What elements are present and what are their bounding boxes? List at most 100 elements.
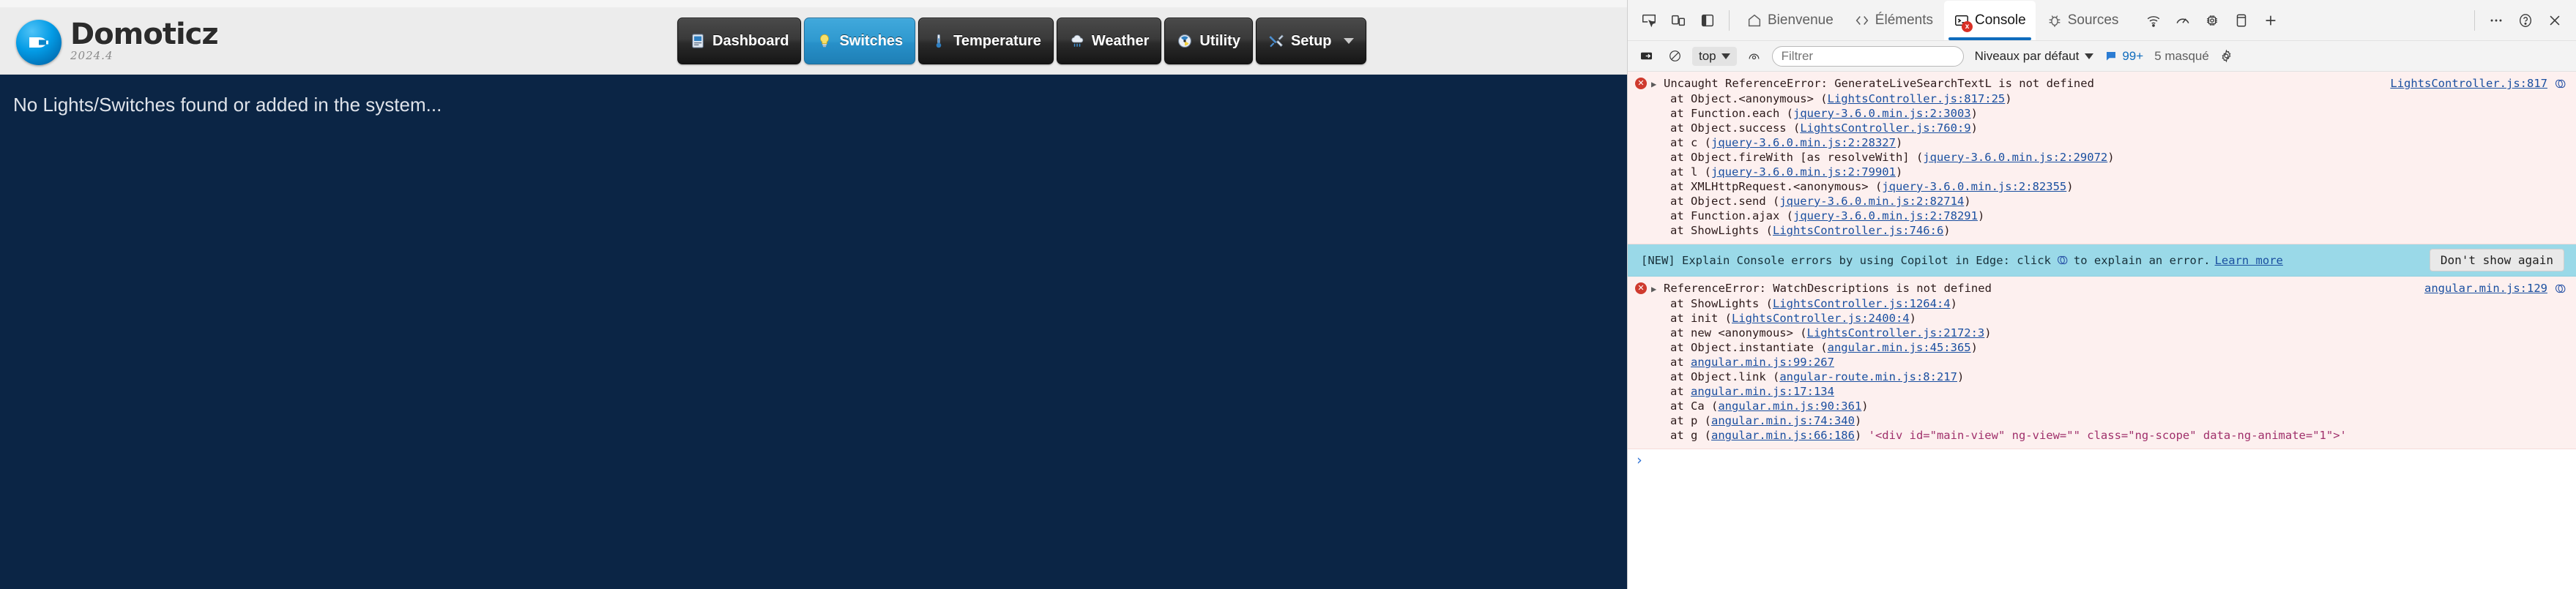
stack-line: at angular.min.js:17:134 (1670, 385, 1834, 398)
log-levels-label: Niveaux par défaut (1974, 48, 2080, 63)
stack-source-link[interactable]: angular.min.js:99:267 (1691, 356, 1834, 369)
console-error-message[interactable]: ✕ ▶ ReferenceError: WatchDescriptions is… (1628, 277, 2576, 449)
help-icon[interactable] (2512, 7, 2539, 34)
tab-label: Éléments (1875, 12, 1933, 28)
toolbar-divider-end (2474, 10, 2475, 31)
dashboard-icon (692, 34, 704, 48)
thermometer-icon (936, 34, 942, 48)
nav-item-utility[interactable]: Utility (1164, 18, 1253, 64)
nav-item-switches[interactable]: Switches (804, 18, 916, 64)
dont-show-again-button[interactable]: Don't show again (2429, 249, 2564, 271)
toolbar-divider (1729, 10, 1730, 31)
execution-context-select[interactable]: top (1692, 46, 1737, 66)
stack-line: at c (jquery-3.6.0.min.js:2:28327) (1670, 136, 1903, 149)
clear-console-icon[interactable] (1664, 45, 1686, 67)
stack-source-link[interactable]: angular.min.js:74:340 (1711, 414, 1855, 427)
error-source-link[interactable]: LightsController.js:817 (2390, 76, 2547, 91)
stack-source-link[interactable]: LightsController.js:760:9 (1800, 121, 1970, 135)
tab-bienvenue[interactable]: Bienvenue (1737, 1, 1843, 40)
memory-icon[interactable] (2198, 7, 2226, 34)
console-messages[interactable]: ✕ ▶ Uncaught ReferenceError: GenerateLiv… (1628, 72, 2576, 589)
stack-line: at XMLHttpRequest.<anonymous> (jquery-3.… (1670, 180, 2074, 193)
stack-source-link[interactable]: angular.min.js:90:361 (1718, 399, 1861, 413)
stack-source-link[interactable]: angular-route.min.js:8:217 (1779, 370, 1957, 383)
brand-title: Domoticz (70, 17, 219, 51)
inspect-element-icon[interactable] (1635, 7, 1663, 34)
stack-source-link[interactable]: LightsController.js:2172:3 (1807, 326, 1985, 339)
stack-line: at ShowLights (LightsController.js:746:6… (1670, 224, 1951, 237)
stack-source-link[interactable]: jquery-3.6.0.min.js:2:78291 (1793, 209, 1978, 222)
brand-text: Domoticz 2024.4 (70, 17, 219, 62)
hidden-messages-label: 5 masqué (2154, 48, 2209, 63)
nav-item-temperature[interactable]: Temperature (918, 18, 1054, 64)
tab-elements[interactable]: Éléments (1844, 1, 1943, 40)
bug-icon (2049, 15, 2061, 27)
stack-source-link[interactable]: LightsController.js:1264:4 (1773, 297, 1951, 310)
chevron-down-icon (1343, 38, 1354, 44)
stack-source-link[interactable]: LightsController.js:817:25 (1828, 92, 2006, 105)
dock-side-icon[interactable] (1694, 7, 1721, 34)
devtools-panel: Bienvenue Éléments Console x Sources top… (1627, 0, 2576, 589)
learn-more-link[interactable]: Learn more (2215, 253, 2283, 268)
console-error-message[interactable]: ✕ ▶ Uncaught ReferenceError: GenerateLiv… (1628, 72, 2576, 244)
expand-arrow-icon[interactable]: ▶ (1651, 77, 1659, 91)
stack-source-link[interactable]: jquery-3.6.0.min.js:2:82714 (1779, 195, 1964, 208)
stack-source-link[interactable]: angular.min.js:66:186 (1711, 429, 1855, 442)
stack-source-link[interactable]: jquery-3.6.0.min.js:2:3003 (1793, 107, 1971, 120)
network-icon[interactable] (2140, 7, 2167, 34)
error-source-link[interactable]: angular.min.js:129 (2424, 281, 2547, 296)
stack-source-link[interactable]: LightsController.js:2400:4 (1732, 312, 1910, 325)
error-source: angular.min.js:129 (2424, 281, 2567, 296)
stack-source-link[interactable]: angular.min.js:17:134 (1691, 385, 1834, 398)
context-label: top (1699, 48, 1716, 63)
log-levels-select[interactable]: Niveaux par défaut (1975, 49, 2094, 64)
expand-arrow-icon[interactable]: ▶ (1651, 282, 1659, 296)
error-icon: ✕ (1635, 282, 1647, 294)
issues-counter[interactable]: 99+ (2104, 49, 2143, 64)
stack-line: at p (angular.min.js:74:340) (1670, 414, 1862, 427)
live-expression-icon[interactable] (1743, 45, 1765, 67)
stack-line: at init (LightsController.js:2400:4) (1670, 312, 1916, 325)
nav-item-weather[interactable]: Weather (1056, 18, 1162, 64)
browser-chrome-strip (0, 0, 1627, 7)
stack-source-link[interactable]: angular.min.js:45:365 (1828, 341, 1971, 354)
stack-source-link[interactable]: jquery-3.6.0.min.js:2:82355 (1882, 180, 2066, 193)
nav-item-dashboard[interactable]: Dashboard (677, 18, 802, 64)
nav-label: Dashboard (712, 32, 789, 49)
tab-sources[interactable]: Sources (2037, 1, 2129, 40)
application-icon[interactable] (2227, 7, 2255, 34)
stack-source-link[interactable]: jquery-3.6.0.min.js:2:79901 (1711, 165, 1896, 179)
gear-icon[interactable] (2216, 45, 2238, 67)
chevron-down-icon (1721, 53, 1730, 59)
close-devtools-icon[interactable] (2541, 7, 2569, 34)
issues-icon (2107, 51, 2116, 61)
stack-source-link[interactable]: jquery-3.6.0.min.js:2:28327 (1711, 136, 1896, 149)
gauge-icon (1178, 34, 1192, 48)
stack-line: at Object.instantiate (angular.min.js:45… (1670, 341, 1978, 354)
tab-console[interactable]: Console x (1944, 0, 2036, 40)
copilot-explain-icon[interactable] (2055, 253, 2069, 267)
console-sidebar-icon[interactable] (1635, 45, 1657, 67)
brand: Domoticz 2024.4 (0, 17, 219, 65)
stack-line: at Object.fireWith [as resolveWith] (jqu… (1670, 151, 2115, 164)
console-input-prompt[interactable]: › (1628, 449, 2576, 471)
copilot-explain-icon[interactable] (2553, 282, 2567, 296)
stack-source-link[interactable]: jquery-3.6.0.min.js:2:29072 (1923, 151, 2107, 164)
more-tabs-plus-icon[interactable] (2257, 7, 2285, 34)
device-toolbar-icon[interactable] (1664, 7, 1692, 34)
filter-input[interactable] (1771, 45, 1964, 67)
console-filter-bar: top Niveaux par défaut 99+ 5 masqué (1628, 41, 2576, 72)
code-icon (1855, 15, 1869, 25)
copilot-explain-icon[interactable] (2553, 77, 2567, 91)
chevron-down-icon (2085, 53, 2094, 59)
stack-line: at Function.each (jquery-3.6.0.min.js:2:… (1670, 107, 1978, 120)
error-stack: at ShowLights (LightsController.js:1264:… (1635, 296, 2569, 443)
issues-count-label: 99+ (2122, 48, 2144, 63)
stack-line: at Object.success (LightsController.js:7… (1670, 121, 1978, 135)
cloud-rain-icon (1071, 34, 1084, 47)
more-options-icon[interactable] (2482, 7, 2510, 34)
performance-icon[interactable] (2169, 7, 2197, 34)
stack-source-link[interactable]: LightsController.js:746:6 (1773, 224, 1943, 237)
stack-line: at angular.min.js:99:267 (1670, 356, 1834, 369)
nav-item-setup[interactable]: Setup (1255, 18, 1366, 64)
